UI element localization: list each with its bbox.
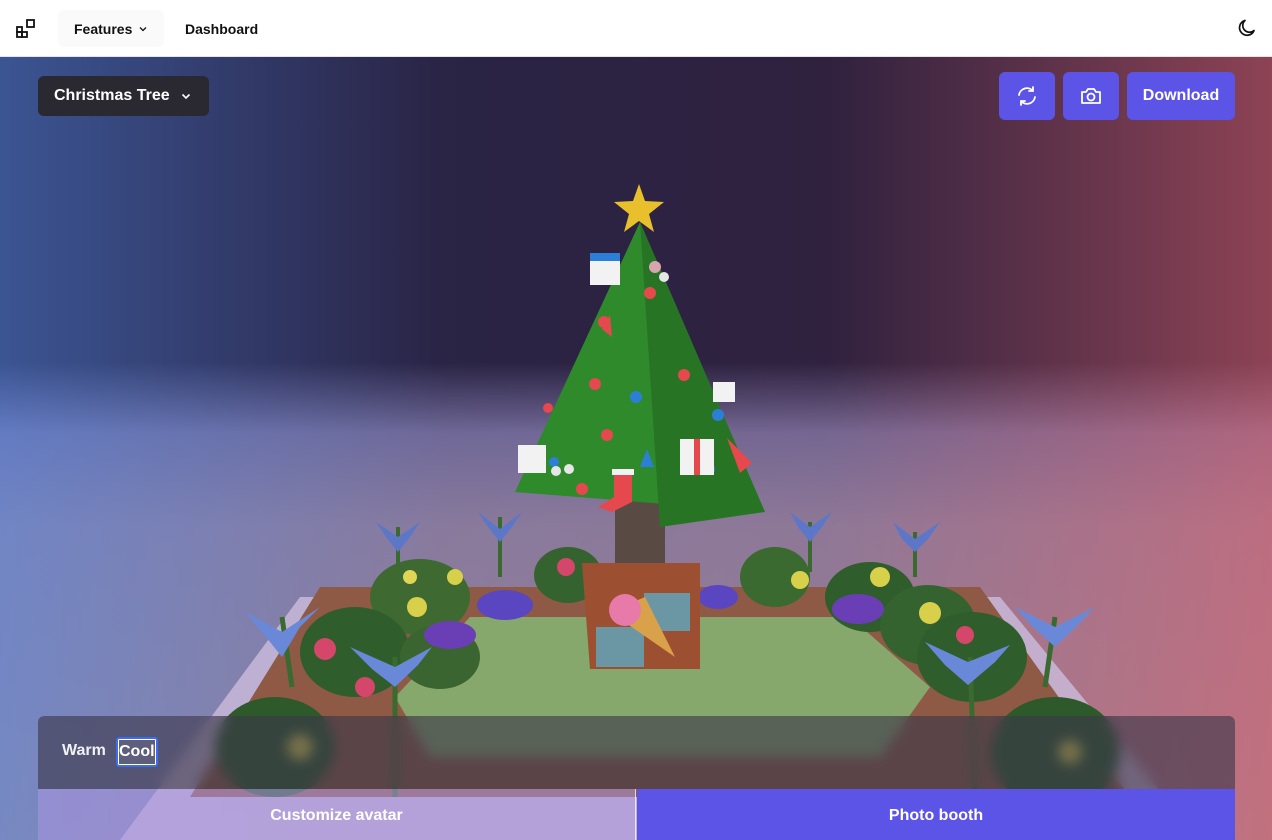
refresh-icon [1018,86,1036,106]
lighting-option-warm[interactable]: Warm [62,742,106,760]
chevron-down-icon [139,26,147,31]
nav-features-label: Features [74,20,133,37]
tab-customize-avatar[interactable]: Customize avatar [38,789,636,840]
scene-select-label: Christmas Tree [54,87,170,104]
refresh-button[interactable] [999,72,1055,120]
nav-dashboard-link[interactable]: Dashboard [185,10,258,47]
screenshot-button[interactable] [1063,72,1119,120]
nav-features-menu[interactable]: Features [58,10,165,47]
apps-grid-icon[interactable] [15,17,37,39]
bottom-panel: Warm Cool Customize avatar Photo booth [38,716,1235,840]
lighting-option-cool[interactable]: Cool [116,737,158,767]
scene-viewport[interactable]: Christmas Tree Download Warm Cool Custom… [0,57,1272,840]
download-button[interactable]: Download [1127,72,1235,120]
chevron-down-icon [181,93,190,100]
moon-icon[interactable] [1236,17,1258,39]
top-navbar: Features Dashboard [0,0,1272,57]
lighting-options: Warm Cool [38,716,1235,789]
scene-select-dropdown[interactable]: Christmas Tree [38,76,209,116]
camera-icon [1081,88,1101,104]
tab-photo-booth[interactable]: Photo booth [637,789,1235,840]
